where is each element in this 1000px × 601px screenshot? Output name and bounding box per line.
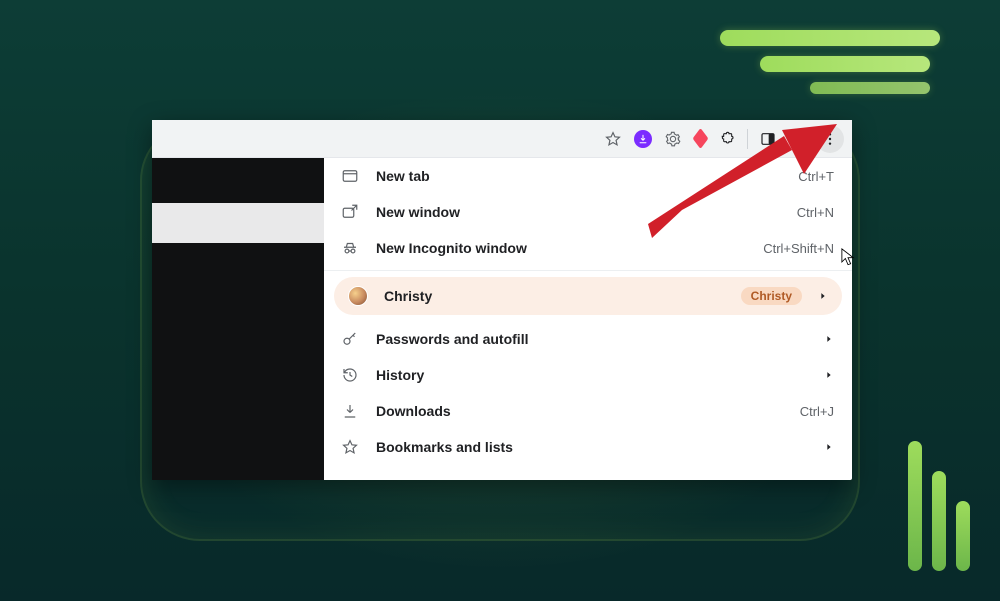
menu-item-label: History [376, 367, 808, 383]
profile-badge: Christy [741, 287, 802, 305]
menu-item-profile[interactable]: Christy Christy [334, 277, 842, 315]
menu-item-history[interactable]: History [324, 357, 852, 393]
menu-separator [324, 270, 852, 271]
page-left-pane [152, 158, 324, 480]
new-window-icon [340, 202, 360, 222]
menu-item-bookmarks[interactable]: Bookmarks and lists [324, 429, 852, 465]
profile-avatar-icon [348, 286, 368, 306]
extensions-puzzle-icon[interactable] [715, 127, 739, 151]
history-icon [340, 365, 360, 385]
chevron-right-icon [824, 367, 834, 383]
window-icon [340, 166, 360, 186]
menu-item-downloads[interactable]: Downloads Ctrl+J [324, 393, 852, 429]
more-menu-button[interactable] [816, 125, 844, 153]
menu-item-shortcut: Ctrl+T [798, 169, 834, 184]
key-icon [340, 329, 360, 349]
omnibox[interactable] [172, 125, 597, 153]
menu-item-new-incognito[interactable]: New Incognito window Ctrl+Shift+N [324, 230, 852, 266]
bookmark-icon [340, 437, 360, 457]
menu-item-label: Christy [384, 288, 725, 304]
menu-item-label: New window [376, 204, 781, 220]
background-bars-right [908, 441, 970, 571]
menu-item-label: Passwords and autofill [376, 331, 808, 347]
toolbar-divider [747, 129, 748, 149]
menu-item-label: New Incognito window [376, 240, 747, 256]
downloads-icon [340, 401, 360, 421]
toolbar-icons [601, 125, 844, 153]
browser-toolbar [152, 120, 852, 158]
page-left-band [152, 203, 324, 243]
menu-item-label: New tab [376, 168, 782, 184]
menu-item-new-window[interactable]: New window Ctrl+N [324, 194, 852, 230]
chevron-right-icon [824, 331, 834, 347]
menu-item-passwords[interactable]: Passwords and autofill [324, 321, 852, 357]
menu-item-shortcut: Ctrl+Shift+N [763, 241, 834, 256]
menu-item-shortcut: Ctrl+N [797, 205, 834, 220]
extension-flag-icon[interactable] [691, 130, 709, 148]
profile-avatar[interactable] [786, 127, 810, 151]
menu-item-label: Downloads [376, 403, 784, 419]
settings-gear-icon[interactable] [661, 127, 685, 151]
browser-window: New tab Ctrl+T New window Ctrl+N New Inc… [152, 120, 852, 480]
chevron-right-icon [824, 439, 834, 455]
incognito-icon [340, 238, 360, 258]
menu-item-label: Bookmarks and lists [376, 439, 808, 455]
background-lines-top [700, 30, 960, 110]
chevron-right-icon [818, 288, 828, 304]
menu-item-new-tab[interactable]: New tab Ctrl+T [324, 158, 852, 194]
chrome-main-menu: New tab Ctrl+T New window Ctrl+N New Inc… [324, 158, 852, 465]
side-panel-icon[interactable] [756, 127, 780, 151]
menu-item-shortcut: Ctrl+J [800, 404, 834, 419]
bookmark-star-icon[interactable] [601, 127, 625, 151]
download-badge-icon[interactable] [631, 127, 655, 151]
